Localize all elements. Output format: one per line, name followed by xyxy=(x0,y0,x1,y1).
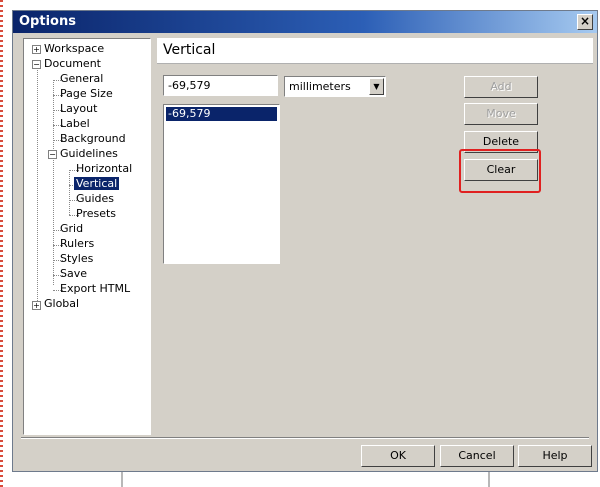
guide-position-input[interactable] xyxy=(163,75,278,96)
tree-item-background[interactable]: Background xyxy=(58,132,128,146)
guides-list[interactable]: -69,579 xyxy=(163,104,280,264)
highlight-annotation xyxy=(459,149,541,193)
tree-item-page-size[interactable]: Page Size xyxy=(58,87,115,101)
page-title: Vertical xyxy=(163,42,216,58)
tree-item-styles[interactable]: Styles xyxy=(58,252,95,266)
tree-item-guidelines[interactable]: Guidelines xyxy=(58,147,120,161)
window-title: Options xyxy=(19,14,76,29)
units-select[interactable]: millimeters ▼ xyxy=(284,76,386,97)
options-dialog: Options × + − − + Workspace Document Gen… xyxy=(12,10,598,472)
collapse-icon[interactable]: − xyxy=(48,150,57,159)
tree-item-document[interactable]: Document xyxy=(42,57,103,71)
help-button[interactable]: Help xyxy=(518,445,592,467)
panel-header: Vertical xyxy=(157,38,593,64)
tree-item-horizontal[interactable]: Horizontal xyxy=(74,162,134,176)
tree-item-global[interactable]: Global xyxy=(42,297,81,311)
tree-item-grid[interactable]: Grid xyxy=(58,222,85,236)
tree-item-workspace[interactable]: Workspace xyxy=(42,42,106,56)
list-item[interactable]: -69,579 xyxy=(166,107,277,121)
move-button[interactable]: Move xyxy=(464,103,538,125)
cancel-button[interactable]: Cancel xyxy=(440,445,514,467)
tree-item-vertical[interactable]: Vertical xyxy=(74,177,120,191)
close-icon[interactable]: × xyxy=(577,14,593,30)
chevron-down-icon[interactable]: ▼ xyxy=(369,78,384,95)
title-bar[interactable]: Options × xyxy=(13,11,597,33)
expand-icon[interactable]: + xyxy=(32,45,41,54)
divider xyxy=(21,437,589,439)
tree-item-general[interactable]: General xyxy=(58,72,105,86)
tree-item-export-html[interactable]: Export HTML xyxy=(58,282,132,296)
tree-item-label[interactable]: Label xyxy=(58,117,92,131)
options-tree: + − − + Workspace Document General Page … xyxy=(23,38,151,435)
add-button[interactable]: Add xyxy=(464,76,538,98)
ok-button[interactable]: OK xyxy=(361,445,435,467)
tree-item-presets[interactable]: Presets xyxy=(74,207,118,221)
tree-item-guides[interactable]: Guides xyxy=(74,192,116,206)
background-dotted-border xyxy=(0,0,3,487)
tree-item-save[interactable]: Save xyxy=(58,267,89,281)
tree-connector xyxy=(69,170,70,215)
tree-connector xyxy=(37,65,38,305)
units-select-value: millimeters xyxy=(289,80,351,93)
tree-item-layout[interactable]: Layout xyxy=(58,102,99,116)
expand-icon[interactable]: + xyxy=(32,301,41,310)
collapse-icon[interactable]: − xyxy=(32,60,41,69)
tree-item-rulers[interactable]: Rulers xyxy=(58,237,96,251)
